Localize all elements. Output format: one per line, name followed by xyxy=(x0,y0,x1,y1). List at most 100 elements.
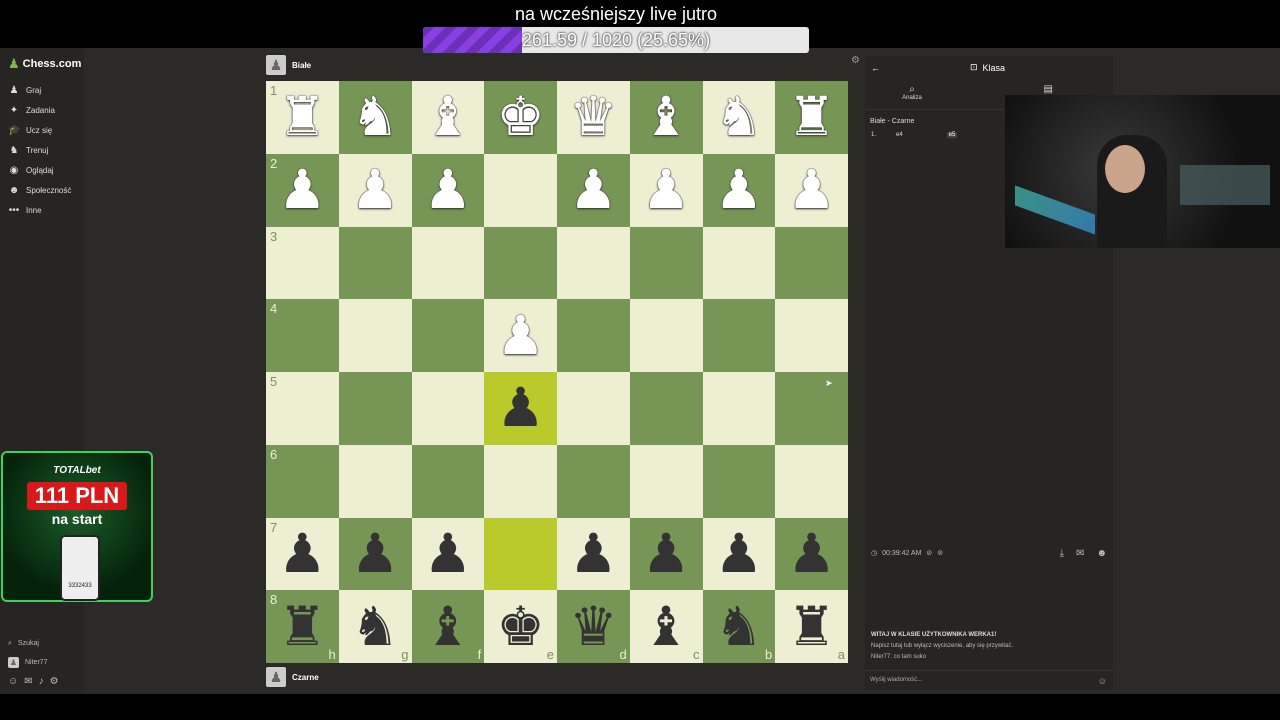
black-bishop-icon[interactable]: ♝ xyxy=(630,590,703,663)
board-settings-gear-icon[interactable]: ⚙ xyxy=(851,55,860,66)
board-square[interactable] xyxy=(702,226,776,300)
board-square[interactable]: g ♞ xyxy=(338,590,412,663)
white-pawn-icon[interactable]: ♟ xyxy=(412,154,485,227)
board-square[interactable]: 6 xyxy=(266,444,339,518)
board-square[interactable]: b ♞ xyxy=(702,590,776,663)
sidebar-item-6[interactable]: ••• Inne xyxy=(8,200,71,220)
white-pawn-icon[interactable]: ♟ xyxy=(484,299,557,372)
white-rook-icon[interactable]: ♜ xyxy=(266,81,339,154)
black-rook-icon[interactable]: ♜ xyxy=(266,590,339,663)
board-square[interactable] xyxy=(338,226,412,300)
white-pawn-icon[interactable]: ♟ xyxy=(703,154,776,227)
board-square[interactable]: ♟ xyxy=(775,153,848,227)
white-bishop-icon[interactable]: ♝ xyxy=(412,81,485,154)
board-square[interactable] xyxy=(702,444,776,518)
board-square[interactable] xyxy=(557,226,630,300)
board-square[interactable] xyxy=(629,299,703,372)
board-square[interactable]: 4 xyxy=(266,299,339,372)
black-bishop-icon[interactable]: ♝ xyxy=(412,590,485,663)
board-square[interactable]: ♟ xyxy=(629,153,703,227)
board-square[interactable] xyxy=(338,372,412,445)
white-pawn-icon[interactable]: ♟ xyxy=(630,154,703,227)
black-pawn-icon[interactable]: ♟ xyxy=(630,518,703,591)
black-pawn-icon[interactable]: ♟ xyxy=(484,372,557,445)
chat-input[interactable]: Wyślij wiadomość... ☺ xyxy=(865,670,1113,690)
users-icon[interactable]: ☻ xyxy=(1096,548,1107,559)
board-square[interactable] xyxy=(484,153,557,227)
sidebar-item-4[interactable]: ◉ Oglądaj xyxy=(8,160,71,180)
black-move[interactable]: e5 xyxy=(946,132,958,138)
board-square[interactable]: 5 xyxy=(266,372,339,445)
black-queen-icon[interactable]: ♛ xyxy=(557,590,630,663)
black-pawn-icon[interactable]: ♟ xyxy=(339,518,412,591)
board-square[interactable]: ♜ xyxy=(775,81,848,154)
board-square[interactable] xyxy=(775,226,848,300)
board-square[interactable] xyxy=(775,372,848,445)
black-pawn-icon[interactable]: ♟ xyxy=(412,518,485,591)
board-square[interactable] xyxy=(411,226,485,300)
white-pawn-icon[interactable]: ♟ xyxy=(266,154,339,227)
board-square[interactable] xyxy=(411,372,485,445)
tab-analysis[interactable]: ⌕ Analiza xyxy=(865,80,959,109)
black-knight-icon[interactable]: ♞ xyxy=(339,590,412,663)
board-square[interactable] xyxy=(775,444,848,518)
sidebar-item-2[interactable]: 🎓 Ucz się xyxy=(8,120,71,140)
mic-off-icon[interactable]: ⊘ xyxy=(937,549,943,557)
board-square[interactable]: 1 ♜ xyxy=(266,81,339,154)
board-square[interactable] xyxy=(702,299,776,372)
board-square[interactable] xyxy=(338,444,412,518)
board-square[interactable]: d ♛ xyxy=(557,590,630,663)
board-square[interactable]: 7 ♟ xyxy=(266,517,339,591)
board-square[interactable]: f ♝ xyxy=(411,590,485,663)
white-pawn-icon[interactable]: ♟ xyxy=(557,154,630,227)
board-square[interactable]: 2 ♟ xyxy=(266,153,339,227)
board-square[interactable]: ♝ xyxy=(411,81,485,154)
black-pawn-icon[interactable]: ♟ xyxy=(266,518,339,591)
white-pawn-icon[interactable]: ♟ xyxy=(775,154,848,227)
board-square[interactable]: ♟ xyxy=(702,517,776,591)
back-arrow-icon[interactable]: ← xyxy=(871,63,880,73)
white-move[interactable]: e4 xyxy=(896,132,903,138)
board-square[interactable]: ♟ xyxy=(557,153,630,227)
board-square[interactable]: ♟ xyxy=(411,517,485,591)
gear-icon[interactable]: ⚙ xyxy=(50,676,59,687)
board-square[interactable]: ♟ xyxy=(557,517,630,591)
board-square[interactable]: ♚ xyxy=(484,81,557,154)
white-pawn-icon[interactable]: ♟ xyxy=(339,154,412,227)
board-square[interactable] xyxy=(629,372,703,445)
chat-icon[interactable]: ✉ xyxy=(1076,548,1084,559)
board-square[interactable]: ♟ xyxy=(775,517,848,591)
board-square[interactable]: 3 xyxy=(266,226,339,300)
board-square[interactable]: 8 h ♜ xyxy=(266,590,339,663)
board-square[interactable]: e ♚ xyxy=(484,590,557,663)
sidebar-item-3[interactable]: ♞ Trenuj xyxy=(8,140,71,160)
black-knight-icon[interactable]: ♞ xyxy=(703,590,776,663)
board-square[interactable]: ♛ xyxy=(557,81,630,154)
messages-icon[interactable]: ✉ xyxy=(24,676,32,687)
white-king-icon[interactable]: ♚ xyxy=(484,81,557,154)
board-square[interactable] xyxy=(557,299,630,372)
black-rook-icon[interactable]: ♜ xyxy=(775,590,848,663)
board-square[interactable]: ♟ xyxy=(338,153,412,227)
download-icon[interactable]: ⤓ xyxy=(1060,548,1064,559)
board-square[interactable] xyxy=(411,299,485,372)
white-knight-icon[interactable]: ♞ xyxy=(703,81,776,154)
sidebar-search[interactable]: ⌕ Szukaj xyxy=(8,634,59,653)
sidebar-item-1[interactable]: ✦ Zadania xyxy=(8,100,71,120)
board-square[interactable] xyxy=(702,372,776,445)
white-bishop-icon[interactable]: ♝ xyxy=(630,81,703,154)
black-pawn-icon[interactable]: ♟ xyxy=(703,518,776,591)
board-square[interactable]: ♞ xyxy=(702,81,776,154)
board-square[interactable]: c ♝ xyxy=(629,590,703,663)
board-square[interactable]: ♟ xyxy=(411,153,485,227)
black-king-icon[interactable]: ♚ xyxy=(484,590,557,663)
white-queen-icon[interactable]: ♛ xyxy=(557,81,630,154)
board-square[interactable]: ♟ xyxy=(484,372,557,445)
sidebar-item-0[interactable]: ♟ Graj xyxy=(8,80,71,100)
white-rook-icon[interactable]: ♜ xyxy=(775,81,848,154)
board-square[interactable] xyxy=(557,444,630,518)
board-square[interactable] xyxy=(484,226,557,300)
friends-icon[interactable]: ☺ xyxy=(8,676,18,687)
board-square[interactable] xyxy=(411,444,485,518)
board-square[interactable] xyxy=(338,299,412,372)
